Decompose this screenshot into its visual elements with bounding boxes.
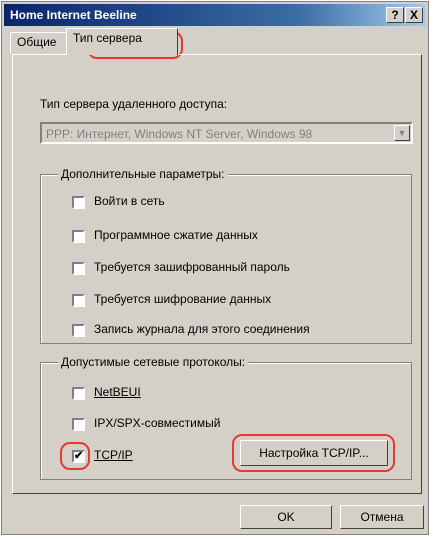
ok-button[interactable]: OK (240, 505, 332, 529)
checkmark-icon: ✔ (74, 450, 84, 462)
data-encryption-checkbox[interactable] (72, 294, 85, 307)
encrypted-password-checkbox[interactable] (72, 262, 85, 275)
ok-button-label: OK (277, 510, 295, 524)
cancel-button[interactable]: Отмена (340, 505, 424, 529)
server-type-select[interactable]: PPP: Интернет, Windows NT Server, Window… (40, 122, 413, 144)
server-type-value: PPP: Интернет, Windows NT Server, Window… (46, 127, 313, 141)
advanced-options-legend: Дополнительные параметры: (58, 167, 228, 181)
network-protocols-legend: Допустимые сетевые протоколы: (58, 355, 249, 369)
tab-general[interactable]: Общие (10, 32, 68, 54)
tab-server-type[interactable]: Тип сервера (66, 28, 178, 55)
tcpip-checkbox[interactable]: ✔ (72, 450, 85, 463)
tcpip-settings-button[interactable]: Настройка TCP/IP... (240, 440, 388, 466)
tab-server-type-label: Тип сервера (73, 31, 142, 45)
dialog-window: Home Internet Beeline ? X Общие Тип серв… (1, 1, 429, 535)
title-bar: Home Internet Beeline ? X (4, 4, 426, 26)
ipx-spx-checkbox[interactable] (72, 418, 85, 431)
connection-log-checkbox[interactable] (72, 324, 85, 337)
encrypted-password-label: Требуется зашифрованный пароль (94, 260, 290, 274)
dropdown-arrow-icon[interactable]: ▼ (394, 125, 410, 141)
tcpip-label: TCP/IP (94, 448, 133, 462)
netbeui-checkbox[interactable] (72, 387, 85, 400)
netbeui-label: NetBEUI (94, 385, 141, 399)
help-button[interactable]: ? (386, 7, 404, 23)
cancel-button-label: Отмена (360, 510, 404, 524)
connection-log-label: Запись журнала для этого соединения (94, 322, 310, 336)
server-type-label: Тип сервера удаленного доступа: (40, 97, 228, 111)
close-button[interactable]: X (405, 7, 423, 23)
data-encryption-label: Требуется шифрование данных (94, 292, 272, 306)
tab-general-label: Общие (17, 35, 57, 49)
logon-network-label: Войти в сеть (94, 194, 165, 208)
logon-network-checkbox[interactable] (72, 196, 85, 209)
software-compression-label: Программное сжатие данных (94, 228, 258, 242)
software-compression-checkbox[interactable] (72, 230, 85, 243)
tcpip-settings-label: Настройка TCP/IP... (259, 446, 369, 460)
ipx-spx-label: IPX/SPX-совместимый (94, 416, 221, 430)
window-title: Home Internet Beeline (10, 8, 137, 22)
